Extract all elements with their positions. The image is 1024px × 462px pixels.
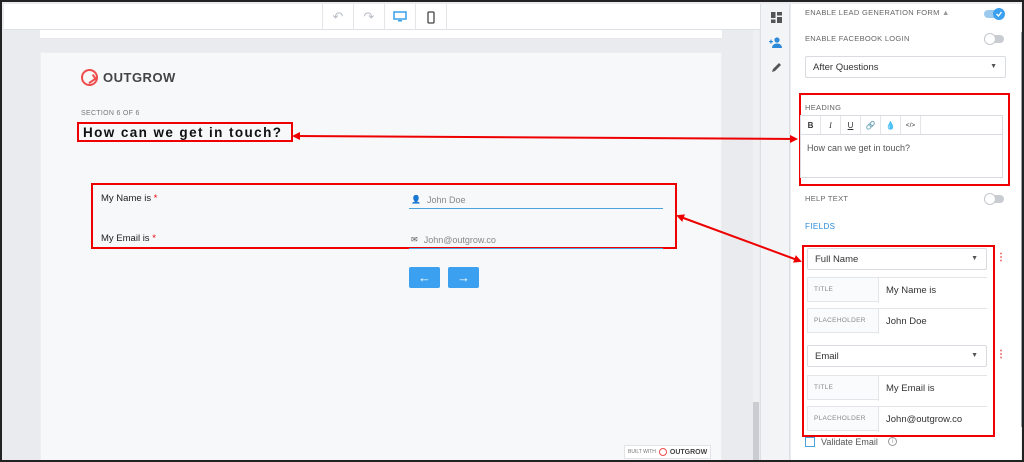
mail-icon: ✉ bbox=[411, 235, 418, 244]
validate-email-label: Validate Email bbox=[821, 437, 878, 447]
toggle-knob bbox=[993, 8, 1005, 20]
position-select[interactable]: After Questions ▼ bbox=[805, 56, 1006, 78]
facebook-login-toggle[interactable] bbox=[984, 33, 1004, 45]
field-placeholder-input[interactable]: John@outgrow.co bbox=[878, 407, 988, 432]
name-field-label: My Name is * bbox=[101, 193, 158, 204]
undo-icon[interactable]: ↶ bbox=[323, 4, 354, 30]
validate-email-checkbox[interactable] bbox=[805, 437, 815, 447]
rich-text-toolbar: B I U 🔗 💧 </> bbox=[800, 115, 1003, 135]
lead-gen-label: ENABLE LEAD GENERATION FORM ▲ bbox=[805, 8, 950, 17]
email-input-placeholder: John@outgrow.co bbox=[423, 234, 496, 245]
add-user-icon[interactable] bbox=[769, 35, 783, 49]
code-icon[interactable]: </> bbox=[901, 116, 921, 134]
field-placeholder-row: PLACEHOLDER John Doe bbox=[807, 308, 988, 334]
toggle-knob bbox=[984, 33, 996, 45]
form-preview-canvas: OUTGROW SECTION 6 OF 6 How can we get in… bbox=[40, 52, 722, 460]
help-text-label: HELP TEXT bbox=[805, 194, 849, 203]
name-input-placeholder: John Doe bbox=[426, 194, 466, 205]
chevron-down-icon: ▼ bbox=[971, 352, 978, 359]
app-window: ↶ ↷ OUTGROW SECTION 6 OF 6 How can we ge… bbox=[0, 0, 1024, 462]
fields-section-label[interactable]: FIELDS bbox=[805, 222, 835, 231]
built-with-text: BUILT WITH bbox=[628, 449, 656, 455]
field-title-input[interactable]: My Email is bbox=[878, 376, 988, 401]
color-drop-icon[interactable]: 💧 bbox=[881, 116, 901, 134]
logo-text: OUTGROW bbox=[103, 70, 176, 85]
outgrow-logo-icon bbox=[81, 69, 98, 86]
info-icon[interactable]: i bbox=[888, 437, 897, 446]
help-text-toggle[interactable] bbox=[984, 193, 1004, 205]
heading-editor[interactable]: How can we get in touch? bbox=[800, 135, 1003, 178]
heading-annotation-box: How can we get in touch? bbox=[77, 122, 293, 142]
next-button[interactable]: → bbox=[448, 267, 479, 288]
page-heading[interactable]: How can we get in touch? bbox=[83, 125, 282, 140]
placeholder-label: PLACEHOLDER bbox=[814, 317, 866, 324]
outgrow-badge-icon bbox=[658, 448, 667, 456]
facebook-login-label: ENABLE FACEBOOK LOGIN bbox=[805, 34, 910, 43]
user-icon: 👤 bbox=[411, 195, 421, 204]
field-title-input[interactable]: My Name is bbox=[878, 278, 988, 303]
field-type-value: Email bbox=[815, 350, 839, 362]
canvas-scrollbar-thumb[interactable] bbox=[753, 402, 759, 460]
fields-annotation-box: My Name is * 👤 John Doe My Email is * ✉ … bbox=[91, 183, 677, 249]
section-label: SECTION 6 OF 6 bbox=[81, 110, 140, 117]
field-menu-icon[interactable]: ⋮ bbox=[996, 252, 1006, 263]
outgrow-logo: OUTGROW bbox=[81, 69, 176, 86]
lead-gen-toggle[interactable] bbox=[984, 8, 1005, 20]
field-title-row: TITLE My Email is bbox=[807, 375, 988, 401]
redo-icon[interactable]: ↷ bbox=[354, 4, 385, 30]
name-field-row: My Name is * 👤 John Doe bbox=[101, 193, 665, 213]
edit-icon[interactable] bbox=[769, 60, 783, 74]
chevron-down-icon: ▼ bbox=[990, 63, 997, 70]
mobile-icon[interactable] bbox=[416, 4, 447, 30]
email-field-row: My Email is * ✉ John@outgrow.co bbox=[101, 233, 665, 253]
email-input[interactable]: ✉ John@outgrow.co bbox=[409, 231, 663, 249]
canvas-scrollbar[interactable] bbox=[753, 30, 759, 460]
toolbar-button-group: ↶ ↷ bbox=[322, 4, 447, 30]
italic-button[interactable]: I bbox=[821, 116, 841, 134]
heading-label: HEADING bbox=[805, 103, 842, 112]
field-menu-icon[interactable]: ⋮ bbox=[996, 349, 1006, 360]
field-type-select-full-name[interactable]: Full Name ▼ bbox=[807, 248, 987, 270]
position-select-value: After Questions bbox=[813, 61, 879, 73]
field-type-select-email[interactable]: Email ▼ bbox=[807, 345, 987, 367]
field-placeholder-row: PLACEHOLDER John@outgrow.co bbox=[807, 406, 988, 432]
title-label: TITLE bbox=[814, 286, 834, 293]
underline-button[interactable]: U bbox=[841, 116, 861, 134]
chevron-down-icon: ▼ bbox=[971, 255, 978, 262]
email-field-label: My Email is * bbox=[101, 233, 156, 244]
settings-panel: ENABLE LEAD GENERATION FORM ▲ ENABLE FAC… bbox=[791, 4, 1021, 460]
built-with-badge[interactable]: BUILT WITH OUTGROW bbox=[624, 445, 712, 459]
field-title-row: TITLE My Name is bbox=[807, 277, 988, 303]
bold-button[interactable]: B bbox=[801, 116, 821, 134]
name-input[interactable]: 👤 John Doe bbox=[409, 191, 663, 209]
page-top-stripe bbox=[40, 30, 722, 39]
editor-toolbar: ↶ ↷ bbox=[4, 4, 760, 30]
warning-icon: ▲ bbox=[942, 8, 950, 17]
settings-icon-rail bbox=[760, 4, 790, 460]
toggle-knob bbox=[984, 193, 996, 205]
dashboard-icon[interactable] bbox=[769, 10, 783, 24]
desktop-icon[interactable] bbox=[385, 4, 416, 30]
placeholder-label: PLACEHOLDER bbox=[814, 415, 866, 422]
previous-button[interactable]: ← bbox=[409, 267, 440, 288]
link-icon[interactable]: 🔗 bbox=[861, 116, 881, 134]
title-label: TITLE bbox=[814, 384, 834, 391]
field-placeholder-input[interactable]: John Doe bbox=[878, 309, 988, 334]
built-with-brand: OUTGROW bbox=[669, 448, 708, 456]
field-type-value: Full Name bbox=[815, 253, 859, 265]
